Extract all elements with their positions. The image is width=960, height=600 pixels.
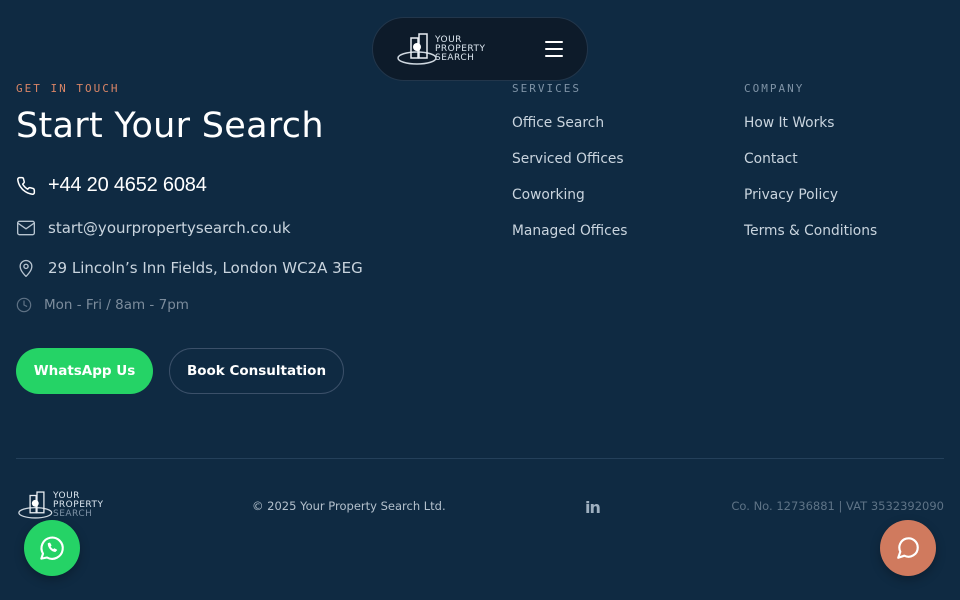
services-link-managed-offices[interactable]: Managed Offices (512, 217, 627, 253)
company-link-terms[interactable]: Terms & Conditions (744, 217, 877, 253)
linkedin-icon[interactable]: in (585, 498, 601, 517)
company-column: COMPANY How It Works Contact Privacy Pol… (744, 82, 877, 253)
company-link-privacy-policy[interactable]: Privacy Policy (744, 181, 877, 217)
top-nav: YOUR PROPERTY SEARCH (372, 17, 588, 81)
services-link-serviced-offices[interactable]: Serviced Offices (512, 145, 627, 181)
address-row: 29 Lincoln’s Inn Fields, London WC2A 3EG (16, 258, 363, 278)
map-pin-icon (19, 259, 33, 277)
footer-logo-text: YOUR PROPERTY SEARCH (53, 491, 103, 519)
services-column: SERVICES Office Search Serviced Offices … (512, 82, 627, 253)
footer-logo[interactable]: YOUR PROPERTY SEARCH (18, 489, 103, 521)
logo-line-3: SEARCH (435, 52, 475, 63)
book-consultation-button[interactable]: Book Consultation (169, 348, 344, 394)
get-in-touch-eyebrow: GET IN TOUCH (16, 82, 120, 95)
clock-icon (16, 297, 32, 313)
copyright-text: © 2025 Your Property Search Ltd. (252, 499, 446, 513)
address-text: 29 Lincoln’s Inn Fields, London WC2A 3EG (48, 259, 363, 277)
hamburger-icon[interactable] (545, 41, 563, 57)
whatsapp-button[interactable]: WhatsApp Us (16, 348, 153, 394)
phone-number[interactable]: +44 20 4652 6084 (48, 174, 207, 197)
company-heading: COMPANY (744, 82, 805, 95)
phone-icon (17, 176, 36, 195)
email-address[interactable]: start@yourpropertysearch.co.uk (48, 219, 291, 237)
services-heading: SERVICES (512, 82, 581, 95)
chat-bubble-icon (897, 537, 919, 559)
company-registration-text: Co. No. 12736881 | VAT 3532392090 (731, 499, 944, 513)
phone-row[interactable]: +44 20 4652 6084 (16, 174, 207, 197)
company-link-how-it-works[interactable]: How It Works (744, 109, 877, 145)
mail-icon (17, 220, 35, 236)
chat-float-button[interactable] (880, 520, 936, 576)
logo-text[interactable]: YOUR PROPERTY SEARCH (435, 35, 485, 63)
whatsapp-icon (40, 536, 64, 560)
services-link-office-search[interactable]: Office Search (512, 109, 627, 145)
hours-text: Mon - Fri / 8am - 7pm (44, 297, 189, 313)
footer-logo-icon (18, 491, 53, 519)
services-link-coworking[interactable]: Coworking (512, 181, 627, 217)
whatsapp-float-button[interactable] (24, 520, 80, 576)
email-row[interactable]: start@yourpropertysearch.co.uk (16, 218, 291, 238)
logo-icon[interactable] (397, 32, 441, 66)
footer-divider (16, 458, 944, 459)
footer-logo-line-3: SEARCH (53, 508, 93, 519)
company-link-contact[interactable]: Contact (744, 145, 877, 181)
page-title: Start Your Search (16, 106, 324, 146)
hours-row: Mon - Fri / 8am - 7pm (16, 297, 189, 313)
